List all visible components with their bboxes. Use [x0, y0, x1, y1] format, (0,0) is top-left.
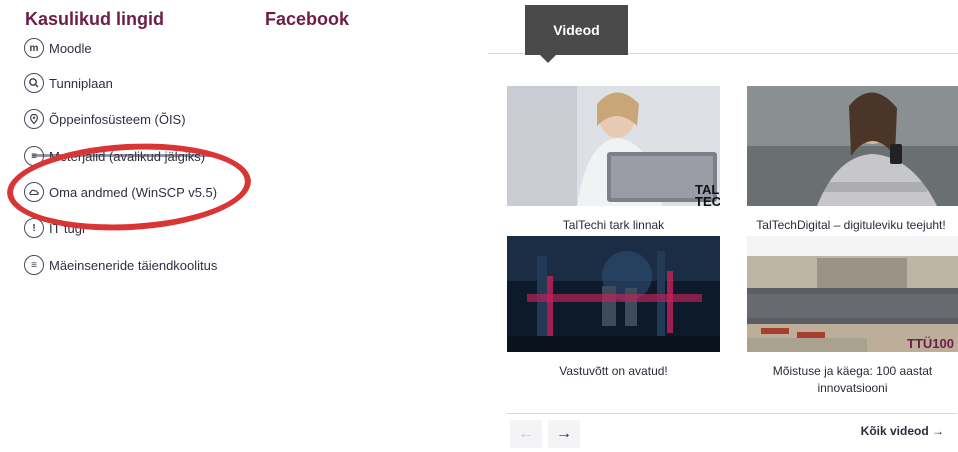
moodle-icon: m — [24, 38, 44, 58]
link-moodle[interactable]: m Moodle — [24, 37, 92, 59]
location-pin-icon — [24, 109, 44, 129]
all-videos-link[interactable]: Kõik videod → — [861, 424, 944, 438]
link-mining-training[interactable]: ≡ Mäeinseneride täiendkoolitus — [24, 254, 217, 276]
next-arrow-button[interactable]: → — [548, 420, 580, 448]
list-icon: ≡ — [24, 255, 44, 275]
video-thumbnail-taltech-campus[interactable]: TAL TEC — [507, 86, 720, 206]
video-caption[interactable]: Vastuvõtt on avatud! — [507, 363, 720, 380]
video-caption[interactable]: TalTechDigital – digituleviku teejuht! — [744, 217, 958, 234]
link-label: Oma andmed (WinSCP v5.5) — [49, 184, 218, 200]
videos-footer-divider — [507, 413, 957, 414]
previous-arrow-button[interactable]: ← — [510, 420, 542, 448]
video-thumbnail-ttu100[interactable]: TTÜ100 — [747, 236, 958, 352]
video-caption[interactable]: TalTechi tark linnak — [507, 217, 720, 234]
search-icon — [24, 73, 44, 93]
svg-text:TTÜ100: TTÜ100 — [907, 336, 954, 351]
link-label: Tunniplaan — [49, 75, 113, 91]
tab-videod[interactable]: Videod — [525, 5, 628, 55]
link-tunniplaan[interactable]: Tunniplaan — [24, 72, 113, 94]
exclamation-icon: ! — [24, 218, 44, 238]
link-oma-andmed[interactable]: Oma andmed (WinSCP v5.5) — [24, 181, 217, 203]
video-thumbnail-admissions[interactable] — [507, 236, 720, 352]
link-label: IT tugi — [49, 220, 85, 236]
link-label: Õppeinfosüsteem (ÕIS) — [49, 111, 186, 127]
link-it-support[interactable]: ! IT tugi — [24, 217, 85, 239]
svg-text:TEC: TEC — [695, 194, 720, 206]
links-heading: Kasulikud lingid — [25, 9, 165, 29]
link-ois[interactable]: Õppeinfosüsteem (ÕIS) — [24, 108, 186, 130]
link-label: Mäeinseneride täiendkoolitus — [49, 257, 218, 273]
link-label: Moodle — [49, 40, 92, 56]
facebook-heading: Facebook — [265, 9, 350, 29]
cloud-icon — [24, 182, 44, 202]
strikethrough-mark — [32, 154, 212, 157]
tab-pointer — [540, 55, 556, 63]
video-caption[interactable]: Mõistuse ja käega: 100 aastat innovatsio… — [747, 363, 958, 397]
video-thumbnail-taltech-digital[interactable] — [747, 86, 958, 206]
